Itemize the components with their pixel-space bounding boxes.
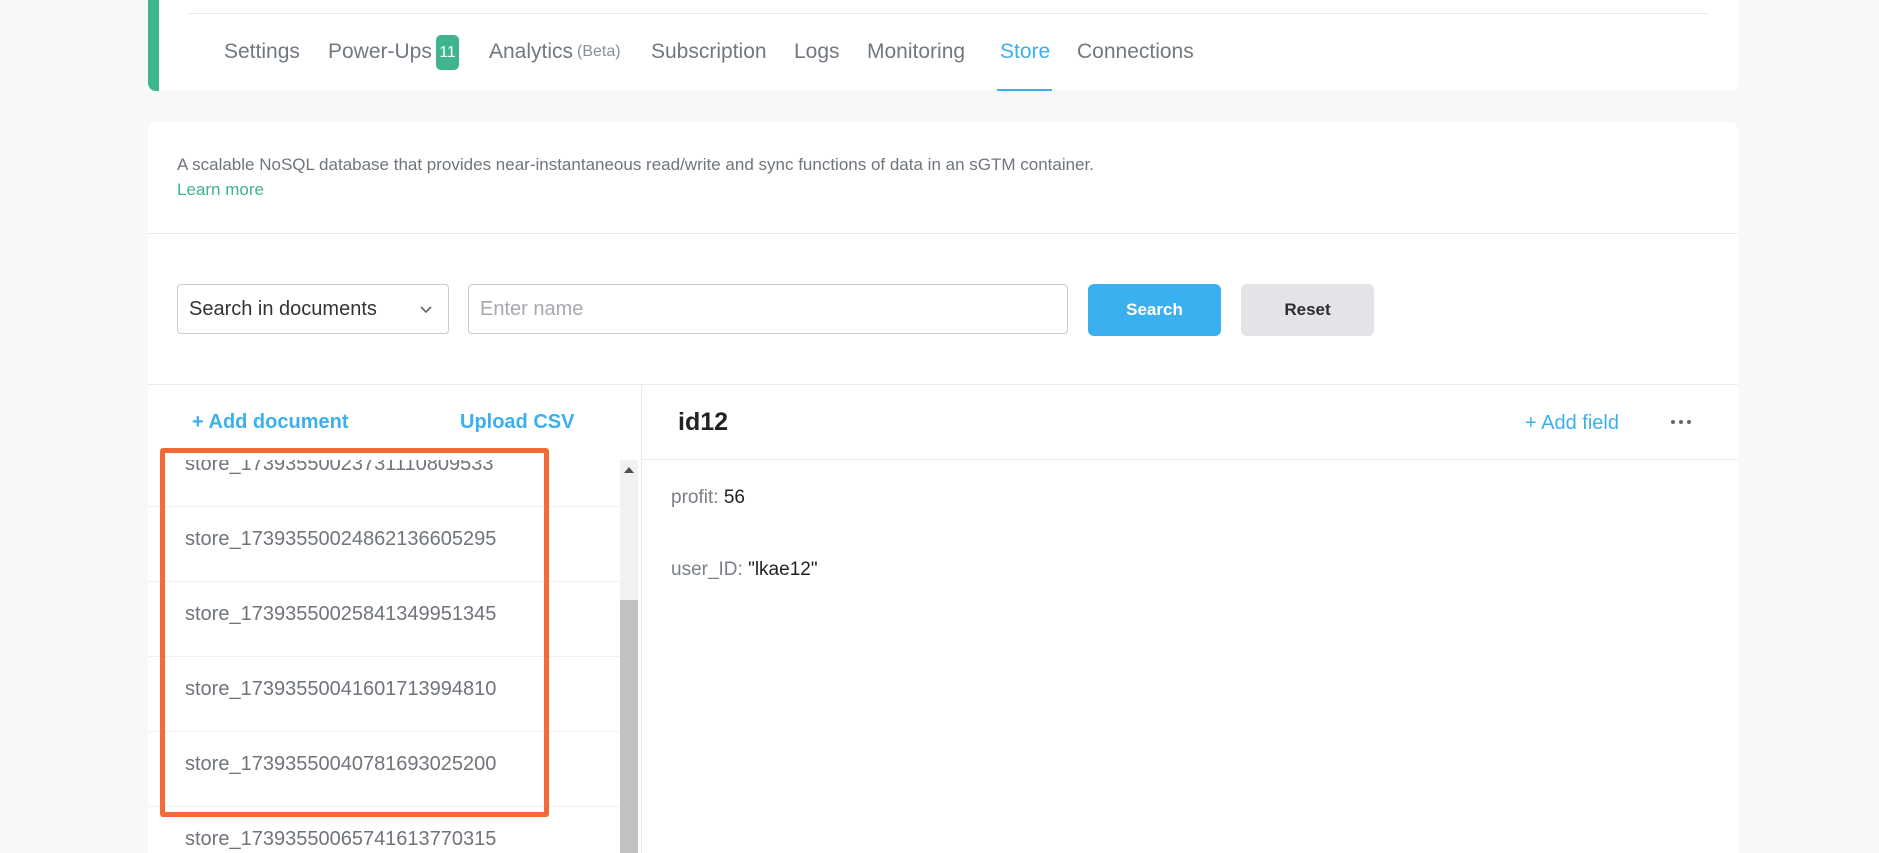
search-button[interactable]: Search — [1088, 284, 1221, 336]
field-value: "lkae12" — [748, 559, 818, 580]
document-list: store_17393550023731110809533 store_1739… — [148, 460, 620, 853]
learn-more-link[interactable]: Learn more — [177, 180, 264, 200]
panel-divider — [641, 385, 642, 853]
tab-monitoring[interactable]: Monitoring — [867, 40, 965, 64]
tab-bar-divider — [188, 13, 1708, 14]
tab-store[interactable]: Store — [1000, 40, 1050, 64]
document-id: store_17393550065741613770315 — [185, 828, 497, 850]
list-item[interactable]: store_17393550041601713994810 — [148, 657, 620, 732]
search-divider — [148, 384, 1738, 385]
add-field-button[interactable]: + Add field — [1525, 412, 1619, 435]
field-value: 56 — [723, 487, 745, 508]
document-header-divider — [642, 459, 1738, 460]
add-document-button[interactable]: + Add document — [192, 411, 348, 434]
search-scope-select[interactable]: Search in documents — [177, 284, 449, 334]
document-title: id12 — [678, 408, 729, 436]
list-item[interactable]: store_17393550040781693025200 — [148, 732, 620, 807]
arrow-up-icon[interactable] — [620, 462, 638, 478]
tab-power-ups[interactable]: Power-Ups — [328, 40, 432, 64]
document-id: store_17393550040781693025200 — [185, 753, 497, 775]
active-tab-indicator — [997, 89, 1052, 91]
document-id: store_17393550025841349951345 — [185, 603, 497, 625]
list-item[interactable]: store_17393550023731110809533 — [148, 460, 620, 507]
description-divider — [148, 233, 1738, 234]
tab-settings[interactable]: Settings — [224, 40, 300, 64]
field-key: profit: — [671, 487, 719, 508]
document-field[interactable]: user_ID: "lkae12" — [671, 559, 818, 581]
analytics-beta-label: (Beta) — [577, 43, 621, 60]
tab-bar-accent — [148, 0, 159, 91]
document-id: store_17393550041601713994810 — [185, 678, 497, 700]
tab-connections[interactable]: Connections — [1077, 40, 1194, 64]
document-id: store_17393550023731110809533 — [185, 460, 494, 475]
tab-subscription[interactable]: Subscription — [651, 40, 767, 64]
power-ups-count-badge: 11 — [436, 35, 459, 70]
store-description: A scalable NoSQL database that provides … — [177, 155, 1094, 174]
upload-csv-button[interactable]: Upload CSV — [460, 411, 574, 434]
search-scope-value: Search in documents — [189, 297, 377, 320]
document-id: store_17393550024862136605295 — [185, 528, 497, 550]
tab-analytics[interactable]: Analytics — [489, 40, 573, 64]
search-input[interactable] — [468, 284, 1068, 334]
more-horizontal-icon[interactable] — [1668, 412, 1694, 432]
scrollbar-thumb[interactable] — [620, 600, 638, 853]
list-item[interactable]: store_17393550065741613770315 — [148, 807, 620, 853]
reset-button[interactable]: Reset — [1241, 284, 1374, 336]
tab-logs[interactable]: Logs — [794, 40, 840, 64]
list-item[interactable]: store_17393550024862136605295 — [148, 507, 620, 582]
field-key: user_ID: — [671, 559, 743, 580]
chevron-down-icon — [420, 306, 432, 314]
list-item[interactable]: store_17393550025841349951345 — [148, 582, 620, 657]
document-field[interactable]: profit: 56 — [671, 487, 745, 509]
